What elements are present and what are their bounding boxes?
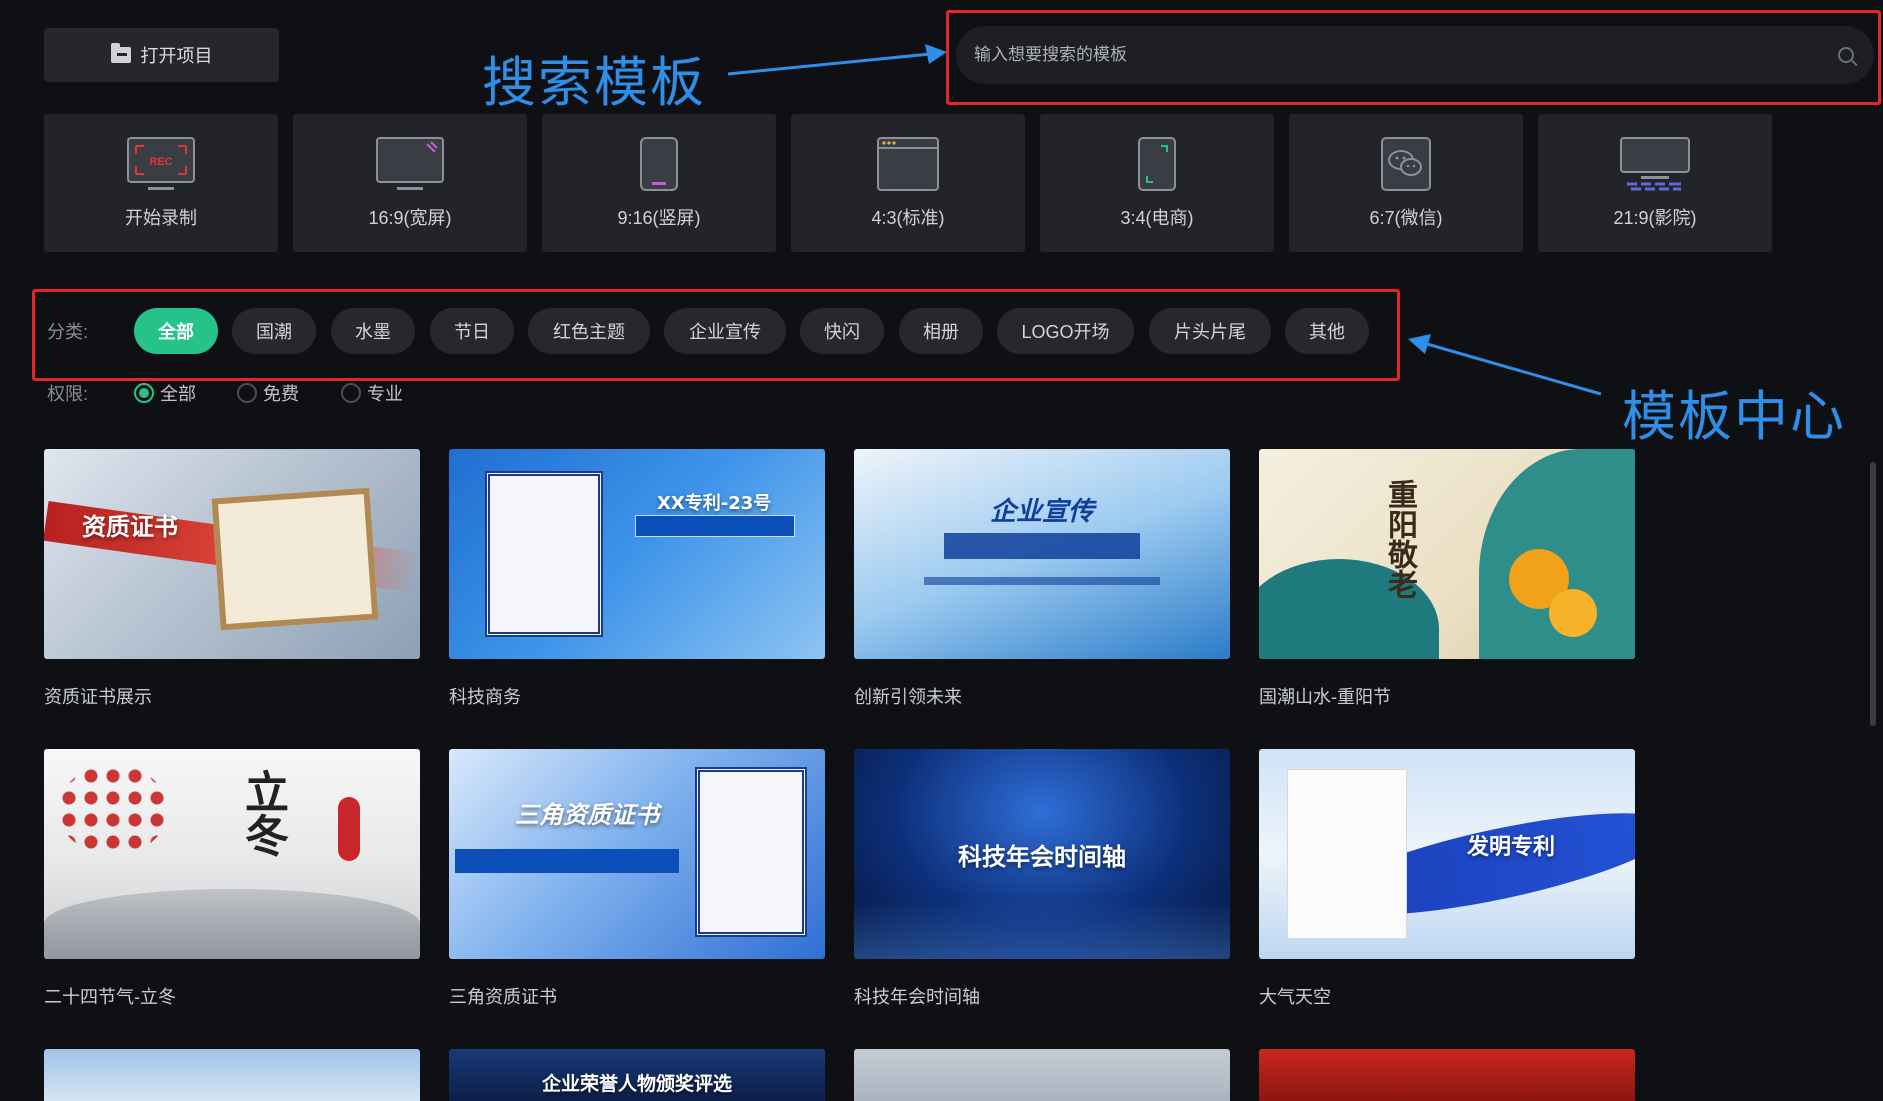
permission-label: 权限:	[47, 384, 89, 404]
template-card[interactable]: 发明专利 大气天空	[1259, 749, 1635, 1009]
template-thumbnail: 企业宣传	[854, 449, 1230, 659]
template-thumbnail-partial[interactable]	[44, 1049, 420, 1101]
radio-unchecked-icon	[237, 383, 257, 403]
category-red-theme[interactable]: 红色主题	[528, 308, 650, 354]
thumb-text: 三角资质证书	[515, 801, 659, 829]
tile-label: 21:9(影院)	[1613, 208, 1697, 228]
portrait-phone-icon	[640, 137, 678, 191]
search-input[interactable]	[974, 45, 1838, 65]
search-bar[interactable]	[956, 26, 1874, 84]
template-card[interactable]: 科技年会时间轴 科技年会时间轴	[854, 749, 1230, 1009]
search-icon[interactable]	[1838, 47, 1854, 63]
thumb-text: XX专利-23号	[657, 493, 772, 514]
category-all[interactable]: 全部	[134, 308, 218, 354]
thumb-text: 企业宣传	[989, 497, 1094, 527]
tile-label: 9:16(竖屏)	[617, 208, 701, 228]
permission-free-radio[interactable]: 免费	[237, 380, 299, 406]
template-thumbnail-partial[interactable]: 企业荣誉人物颁奖评选	[449, 1049, 825, 1101]
tile-label: 4:3(标准)	[871, 208, 945, 228]
category-album[interactable]: 相册	[899, 308, 983, 354]
ecommerce-phone-icon	[1138, 137, 1176, 191]
cinema-icon	[1620, 137, 1690, 191]
category-annotation-label: 模板中心	[1622, 385, 1846, 448]
scrollbar-thumb[interactable]	[1870, 462, 1876, 726]
template-card[interactable]: XX专利-23号 科技商务	[449, 449, 825, 709]
record-screen-icon: REC	[127, 137, 195, 190]
template-thumbnail: XX专利-23号	[449, 449, 825, 659]
category-ink[interactable]: 水墨	[331, 308, 415, 354]
template-title: 科技年会时间轴	[854, 987, 980, 1007]
tile-6-7[interactable]: 6:7(微信)	[1289, 114, 1523, 252]
category-intro-outro[interactable]: 片头片尾	[1149, 308, 1271, 354]
category-annotation-arrow	[1408, 334, 1602, 396]
radio-label: 免费	[263, 384, 299, 404]
radio-label: 全部	[160, 384, 196, 404]
thumb-text: 企业荣誉人物颁奖评选	[541, 1073, 732, 1095]
widescreen-icon	[376, 137, 444, 190]
search-annotation-arrow	[727, 44, 947, 76]
thumb-text: 资质证书	[82, 513, 178, 541]
category-flash[interactable]: 快闪	[800, 308, 884, 354]
template-card[interactable]: 资质证书 资质证书展示	[44, 449, 420, 709]
thumb-text: 发明专利	[1467, 835, 1556, 860]
category-other[interactable]: 其他	[1285, 308, 1369, 354]
radio-label: 专业	[367, 384, 403, 404]
svg-text:REC: REC	[149, 156, 172, 168]
template-title: 科技商务	[449, 687, 521, 707]
template-card[interactable]: 企业宣传 创新引领未来	[854, 449, 1230, 709]
permission-all-radio[interactable]: 全部	[134, 380, 196, 406]
template-card[interactable]: 三角资质证书 三角资质证书	[449, 749, 825, 1009]
tile-start-recording[interactable]: REC 开始录制	[44, 114, 278, 252]
template-card[interactable]: 重阳敬老 国潮山水-重阳节	[1259, 449, 1635, 709]
tile-label: 6:7(微信)	[1369, 208, 1443, 228]
tile-16-9[interactable]: 16:9(宽屏)	[293, 114, 527, 252]
template-thumbnail: 资质证书	[44, 449, 420, 659]
category-festival[interactable]: 节日	[430, 308, 514, 354]
open-project-label: 打开项目	[140, 46, 213, 66]
search-annotation-label: 搜索模板	[482, 51, 706, 114]
template-card[interactable]: 立冬 二十四节气-立冬	[44, 749, 420, 1009]
template-thumbnail: 发明专利	[1259, 749, 1635, 959]
template-title: 创新引领未来	[854, 687, 962, 707]
category-corporate[interactable]: 企业宣传	[664, 308, 786, 354]
folder-icon	[110, 43, 131, 63]
tile-label: 开始录制	[125, 208, 197, 228]
template-title: 资质证书展示	[44, 687, 152, 707]
tile-4-3[interactable]: 4:3(标准)	[791, 114, 1025, 252]
radio-unchecked-icon	[341, 383, 361, 403]
template-title: 大气天空	[1259, 987, 1331, 1007]
tile-9-16[interactable]: 9:16(竖屏)	[542, 114, 776, 252]
tile-label: 16:9(宽屏)	[368, 208, 452, 228]
thumb-text: 科技年会时间轴	[958, 843, 1126, 871]
open-project-button[interactable]: 打开项目	[44, 28, 279, 82]
category-logo-intro[interactable]: LOGO开场	[997, 308, 1134, 354]
template-thumbnail: 重阳敬老	[1259, 449, 1635, 659]
standard-window-icon	[877, 137, 939, 191]
permission-pro-radio[interactable]: 专业	[341, 380, 403, 406]
radio-checked-icon	[134, 383, 154, 403]
category-guochao[interactable]: 国潮	[232, 308, 316, 354]
template-title: 国潮山水-重阳节	[1259, 687, 1391, 707]
template-title: 三角资质证书	[449, 987, 557, 1007]
template-title: 二十四节气-立冬	[44, 987, 176, 1007]
template-thumbnail: 科技年会时间轴	[854, 749, 1230, 959]
wechat-icon	[1381, 137, 1431, 191]
template-thumbnail-partial[interactable]	[854, 1049, 1230, 1101]
thumb-text: 重阳敬老	[1382, 479, 1417, 599]
tile-label: 3:4(电商)	[1120, 208, 1194, 228]
template-thumbnail-partial[interactable]	[1259, 1049, 1635, 1101]
tile-3-4[interactable]: 3:4(电商)	[1040, 114, 1274, 252]
thumb-text: 立冬	[237, 769, 288, 857]
template-thumbnail: 三角资质证书	[449, 749, 825, 959]
template-thumbnail: 立冬	[44, 749, 420, 959]
tile-21-9[interactable]: 21:9(影院)	[1538, 114, 1772, 252]
category-label: 分类:	[47, 322, 89, 342]
